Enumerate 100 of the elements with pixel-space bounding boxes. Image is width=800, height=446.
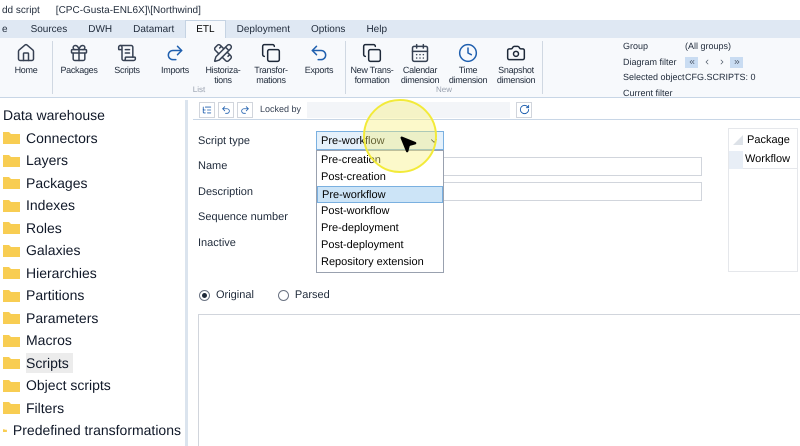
ribbon-button[interactable]: Calendar dimension — [396, 41, 444, 85]
tree-item[interactable]: Parameters — [26, 308, 102, 328]
copy-icon — [362, 43, 382, 63]
double-chevron-left-icon — [688, 58, 696, 66]
dropdown-option[interactable]: Post-workflow — [317, 203, 443, 220]
dropdown-option[interactable]: Post-creation — [317, 169, 443, 186]
tree-item[interactable]: Galaxies — [26, 240, 84, 260]
calendar-icon — [410, 43, 430, 63]
folder-icon — [3, 334, 20, 347]
locked-by-label: Locked by — [260, 102, 302, 116]
info-value: (All groups) — [685, 40, 732, 53]
dropdown-option[interactable]: Pre-deployment — [317, 220, 443, 238]
radio-button[interactable] — [199, 290, 210, 300]
window-path: [CPC-Gusta-ENL6X]\[Northwind] — [56, 4, 201, 18]
radio-label: Parsed — [294, 288, 330, 303]
clock-icon — [458, 43, 478, 63]
tree-item[interactable]: Macros — [26, 330, 76, 350]
ribbon-button[interactable]: Snapshot dimension — [492, 41, 540, 85]
dropdown-option[interactable]: Pre-workflow — [317, 186, 443, 204]
tree-item[interactable]: Partitions — [26, 285, 88, 306]
folder-icon — [3, 401, 20, 414]
ribbon-button[interactable]: New Trans- formation — [348, 41, 396, 85]
dropdown-option[interactable]: Repository extension — [317, 254, 443, 272]
ribbon-button[interactable]: Scripts — [103, 41, 151, 85]
toolbar-button[interactable] — [218, 102, 234, 118]
toolbar-button[interactable] — [199, 102, 215, 118]
tree-item[interactable]: Hierarchies — [26, 262, 101, 283]
folder-icon — [3, 356, 20, 370]
tree-item[interactable]: Predefined transformations — [12, 420, 185, 440]
nav-button[interactable] — [685, 56, 698, 68]
dropdown-option[interactable]: Post-deployment — [317, 237, 443, 254]
table-cell-text: Workflow — [745, 152, 790, 168]
info-label: Current filter — [623, 86, 674, 100]
double-chevron-right-icon — [732, 58, 740, 66]
folder-icon — [3, 176, 20, 190]
tree-item[interactable]: Indexes — [26, 195, 80, 216]
folder-icon — [3, 311, 20, 324]
folder-icon — [3, 131, 20, 144]
group-label: New — [436, 85, 452, 94]
tree-item[interactable]: Layers — [26, 150, 72, 170]
tree-item[interactable]: Roles — [26, 218, 66, 238]
window-title: dd script — [2, 4, 40, 18]
refresh-icon — [518, 104, 530, 115]
radio-label: Original — [216, 288, 254, 303]
field-label: Name — [198, 159, 228, 174]
cursor-icon — [398, 134, 418, 154]
tree-item[interactable]: Packages — [26, 172, 92, 193]
scroll-icon — [117, 43, 137, 63]
tree-item[interactable]: Filters — [26, 398, 68, 418]
ribbon-button[interactable]: Historiza- tions — [199, 41, 247, 85]
ribbon-tab[interactable]: Help — [356, 20, 398, 38]
tree-item[interactable]: Object scripts — [26, 375, 115, 396]
toolbar-button[interactable] — [237, 102, 253, 118]
refresh-button[interactable] — [516, 102, 532, 118]
radio-button[interactable] — [278, 290, 289, 300]
folder-icon — [3, 266, 20, 280]
info-label: Group — [623, 40, 650, 53]
field-label: Sequence number — [198, 210, 289, 225]
corner-icon — [733, 135, 743, 145]
ribbon-tab[interactable]: DWH — [78, 20, 122, 38]
field-label: Inactive — [198, 236, 237, 250]
tree-item[interactable]: Connectors — [26, 128, 102, 148]
ribbon-button[interactable]: Home — [2, 41, 50, 75]
ribbon-tab[interactable]: Datamart — [123, 20, 184, 38]
curved-arrow-icon — [165, 43, 185, 63]
redo-icon — [240, 104, 250, 114]
list-icon — [202, 104, 212, 114]
tree-item[interactable]: Scripts — [26, 352, 73, 373]
info-label: Selected object — [623, 71, 685, 84]
ribbon-button[interactable]: Packages — [55, 41, 103, 85]
ribbon-tab[interactable]: Sources — [20, 20, 78, 38]
folder-icon — [3, 244, 20, 257]
column-header: Package — [747, 132, 790, 148]
folder-icon — [3, 378, 20, 392]
gift-icon — [69, 43, 89, 63]
home-icon — [16, 43, 36, 63]
ribbon-tab[interactable]: Options — [300, 20, 356, 38]
field-label: Description — [198, 184, 254, 200]
nav-button[interactable] — [730, 56, 743, 68]
ribbon-button[interactable]: Transfor- mations — [247, 41, 295, 85]
ribbon-tab[interactable]: Deployment — [226, 20, 300, 38]
ribbon-button[interactable]: Imports — [151, 41, 199, 85]
tree-root[interactable]: Data warehouse — [3, 104, 185, 126]
folder-icon — [3, 288, 20, 302]
pencil-icon — [213, 43, 233, 63]
camera-icon — [506, 43, 526, 63]
ribbon-tab[interactable]: ETL — [185, 20, 226, 38]
folder-icon — [3, 154, 20, 167]
curved-arrow-icon — [309, 43, 329, 63]
folder-icon — [3, 221, 20, 234]
ribbon-button[interactable]: Time dimension — [444, 41, 492, 85]
info-label: Diagram filter — [623, 56, 678, 69]
folder-icon — [3, 198, 20, 212]
group-label: List — [192, 85, 206, 94]
field-label: Script type — [198, 134, 251, 148]
copy-icon — [261, 43, 281, 63]
info-value: CFG.SCRIPTS: 0 — [685, 71, 756, 84]
ribbon-tab[interactable]: e — [2, 20, 20, 38]
ribbon-button[interactable]: Exports — [295, 41, 343, 85]
undo-icon — [221, 104, 231, 114]
